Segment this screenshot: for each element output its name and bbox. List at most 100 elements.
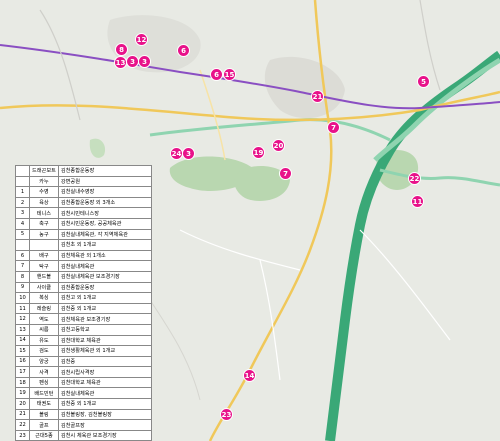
legend-row: 13 씨름 김천고등학교 xyxy=(15,323,153,336)
legend-num: 8 xyxy=(15,270,30,283)
legend-row: 16 양궁 김천중 xyxy=(15,355,153,368)
map-marker-23[interactable]: 23 xyxy=(220,408,233,421)
legend-sport: 씨름 xyxy=(29,323,59,336)
map-marker-20[interactable]: 20 xyxy=(272,139,285,152)
legend-venue: 김천종합운동장 외 3개소 xyxy=(57,196,153,209)
legend-num: 14 xyxy=(15,334,30,347)
legend-row: 8 핸드볼 김천실내체육관 보조경기장 xyxy=(15,270,153,283)
legend-row: 21 볼링 김천볼링장, 김천볼링장 xyxy=(15,408,153,421)
legend-venue: 김천볼링장, 김천볼링장 xyxy=(57,408,153,421)
legend-sport: 사격 xyxy=(29,366,59,378)
legend-row: 15 검도 김천생활체육관 외 1개교 xyxy=(15,345,153,357)
map-marker-6[interactable]: 6 xyxy=(210,68,223,81)
legend-sport: 태권도 xyxy=(29,398,59,410)
legend-num: 20 xyxy=(15,398,30,410)
legend-sport: 펜싱 xyxy=(29,376,59,389)
legend-num: 6 xyxy=(15,249,30,262)
legend-row: 18 펜싱 김천대학교 체육관 xyxy=(15,376,153,389)
legend-row: 17 사격 김천시립사격장 xyxy=(15,366,153,378)
legend-num: 23 xyxy=(15,429,30,441)
legend-venue: 김천실내체육관 xyxy=(57,260,153,272)
legend-sport: 농구 xyxy=(29,228,59,241)
map-marker-6[interactable]: 6 xyxy=(177,44,190,57)
legend-sport: 복싱 xyxy=(29,292,59,304)
map-marker-21[interactable]: 21 xyxy=(311,90,324,103)
map-marker-12[interactable]: 12 xyxy=(135,33,148,46)
map-marker-3[interactable]: 3 xyxy=(138,55,151,68)
legend-venue: 김천고등학교 xyxy=(57,323,153,336)
legend-num: 22 xyxy=(15,419,30,431)
map-marker-8[interactable]: 8 xyxy=(115,43,128,56)
legend-num xyxy=(15,239,30,251)
legend-venue: 김천시민테니스장 xyxy=(57,207,153,219)
legend-row: 7 탁구 김천실내체육관 xyxy=(15,260,153,272)
legend-table: 드래곤보트 김천종합운동장 카누 강변공원 1 수영 김천실내수영장 2 육상 김천종합운동장… xyxy=(15,165,153,441)
map-marker-7[interactable]: 7 xyxy=(327,121,340,134)
legend-row: 1 수영 김천실내수영장 xyxy=(15,186,153,198)
map-marker-19[interactable]: 19 xyxy=(252,146,265,159)
legend-row: 22 골프 김천골프장 xyxy=(15,419,153,431)
legend-num: 5 xyxy=(15,228,30,241)
map-marker-14[interactable]: 14 xyxy=(243,369,256,382)
map-view[interactable]: 12 6 8 13 3 3 6 15 5 21 7 24 3 19 20 7 2… xyxy=(0,0,500,441)
legend-row: 2 육상 김천종합운동장 외 3개소 xyxy=(15,196,153,209)
legend-sport: 검도 xyxy=(29,345,59,357)
legend-sport: 탁구 xyxy=(29,260,59,272)
legend-row: 김천초 외 1개교 xyxy=(15,239,153,251)
legend-row: 12 역도 김천체육관 보조경기장 xyxy=(15,313,153,325)
map-marker-11[interactable]: 11 xyxy=(411,195,424,208)
legend-row: 23 근대5종 김천시 체육관 보조경기장 xyxy=(15,429,153,441)
legend-venue: 김천종합운동장 xyxy=(57,281,153,294)
legend-row: 3 테니스 김천시민테니스장 xyxy=(15,207,153,219)
legend-num: 18 xyxy=(15,376,30,389)
map-marker-13[interactable]: 13 xyxy=(114,56,127,69)
legend-row: 카누 강변공원 xyxy=(15,175,153,188)
legend-sport: 양궁 xyxy=(29,355,59,368)
legend-num xyxy=(15,165,30,177)
map-marker-3[interactable]: 3 xyxy=(182,147,195,160)
legend-sport: 드래곤보트 xyxy=(29,165,59,177)
legend-sport: 역도 xyxy=(29,313,59,325)
legend-num: 21 xyxy=(15,408,30,421)
legend-venue: 강변공원 xyxy=(57,175,153,188)
legend-row: 19 배드민턴 김천실내체육관 xyxy=(15,387,153,400)
legend-num: 1 xyxy=(15,186,30,198)
legend-num: 10 xyxy=(15,292,30,304)
legend-num: 13 xyxy=(15,323,30,336)
legend-venue: 김천중 외 1개교 xyxy=(57,302,153,315)
legend-num xyxy=(15,175,30,188)
legend-header-row: 드래곤보트 김천종합운동장 xyxy=(15,165,153,177)
legend-sport: 배구 xyxy=(29,249,59,262)
legend-num: 12 xyxy=(15,313,30,325)
legend-num: 16 xyxy=(15,355,30,368)
legend-venue: 김천종합운동장 xyxy=(57,165,153,177)
legend-venue: 김천대학교 체육관 xyxy=(57,334,153,347)
legend-sport: 육상 xyxy=(29,196,59,209)
legend-num: 2 xyxy=(15,196,30,209)
legend-sport: 볼링 xyxy=(29,408,59,421)
legend-num: 11 xyxy=(15,302,30,315)
map-marker-15[interactable]: 15 xyxy=(223,68,236,81)
legend-venue: 김천시립사격장 xyxy=(57,366,153,378)
legend-sport: 레슬링 xyxy=(29,302,59,315)
legend-num: 19 xyxy=(15,387,30,400)
legend-row: 11 레슬링 김천중 외 1개교 xyxy=(15,302,153,315)
map-marker-7[interactable]: 7 xyxy=(279,167,292,180)
legend-sport: 축구 xyxy=(29,217,59,230)
map-marker-5[interactable]: 5 xyxy=(417,75,430,88)
legend-venue: 김천체육관 보조경기장 xyxy=(57,313,153,325)
legend-venue: 김천시 체육관 보조경기장 xyxy=(57,429,153,441)
legend-sport xyxy=(29,239,59,251)
legend-venue: 김천중 xyxy=(57,355,153,368)
map-marker-22[interactable]: 22 xyxy=(408,172,421,185)
legend-sport: 카누 xyxy=(29,175,59,188)
legend-row: 14 유도 김천대학교 체육관 xyxy=(15,334,153,347)
legend-sport: 사이클 xyxy=(29,281,59,294)
legend-sport: 유도 xyxy=(29,334,59,347)
legend-num: 7 xyxy=(15,260,30,272)
legend-num: 9 xyxy=(15,281,30,294)
legend-venue: 김천실내체육관, 각 지역체육관 xyxy=(57,228,153,241)
legend-row: 5 농구 김천실내체육관, 각 지역체육관 xyxy=(15,228,153,241)
legend-row: 4 축구 김천시민운동장, 공공체육관 xyxy=(15,217,153,230)
legend-sport: 테니스 xyxy=(29,207,59,219)
